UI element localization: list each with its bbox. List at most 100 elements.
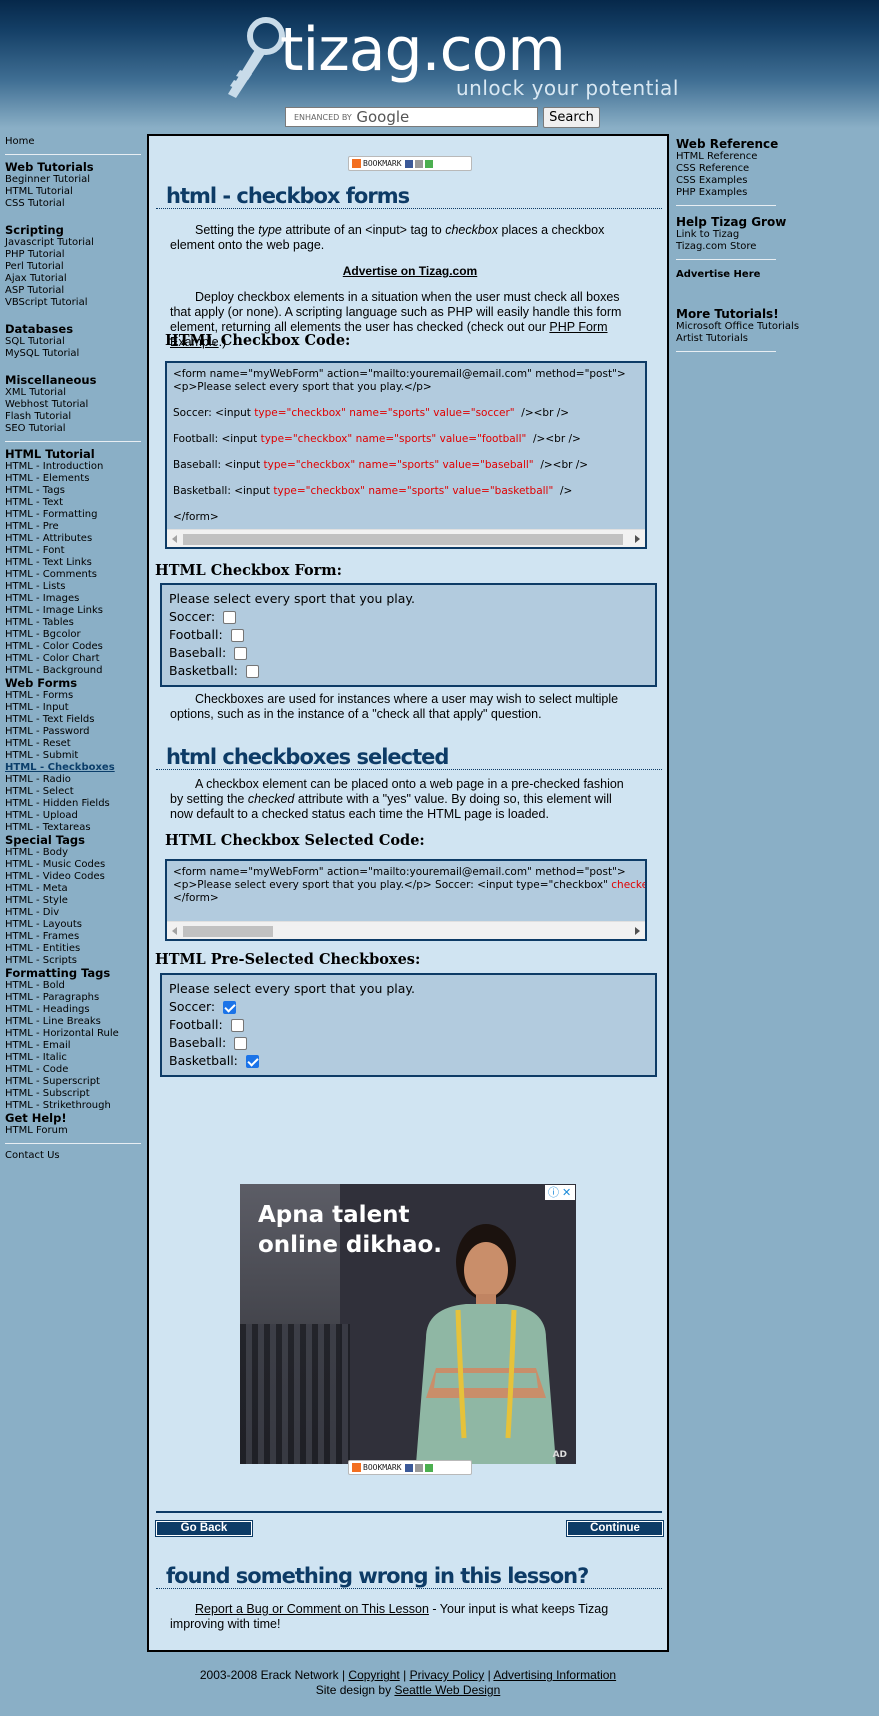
nav-item[interactable]: HTML - Radio <box>5 774 142 786</box>
checkbox[interactable] <box>234 646 248 660</box>
nav-item[interactable]: HTML - Bold <box>5 980 142 992</box>
scrollbar-thumb[interactable] <box>183 534 623 545</box>
checkbox[interactable] <box>245 1054 259 1068</box>
nav-item[interactable]: HTML - Video Codes <box>5 871 142 883</box>
nav-item[interactable]: HTML Forum <box>5 1125 142 1137</box>
nav-item[interactable]: SEO Tutorial <box>5 423 142 435</box>
nav-item[interactable]: HTML - Pre <box>5 521 142 533</box>
nav-item[interactable]: HTML - Font <box>5 545 142 557</box>
nav-item[interactable]: HTML - Introduction <box>5 461 142 473</box>
search-button[interactable]: Search <box>543 107 600 128</box>
nav-item[interactable]: HTML - Images <box>5 593 142 605</box>
nav-item[interactable]: Artist Tutorials <box>676 333 801 345</box>
nav-item[interactable]: HTML - Text Links <box>5 557 142 569</box>
advertise-link[interactable]: Advertise on Tizag.com <box>149 264 671 278</box>
nav-item[interactable]: PHP Examples <box>676 187 801 199</box>
nav-item[interactable]: HTML - Line Breaks <box>5 1016 142 1028</box>
nav-item[interactable]: HTML Reference <box>676 151 801 163</box>
nav-item[interactable]: XML Tutorial <box>5 387 142 399</box>
nav-contact[interactable]: Contact Us <box>5 1150 142 1162</box>
footer-link-privacy[interactable]: Privacy Policy <box>410 1668 485 1682</box>
continue-button[interactable]: Continue <box>566 1520 664 1537</box>
nav-item[interactable]: HTML - Password <box>5 726 142 738</box>
nav-item[interactable]: HTML - Music Codes <box>5 859 142 871</box>
nav-item[interactable]: HTML - Div <box>5 907 142 919</box>
nav-item[interactable]: HTML - Forms <box>5 690 142 702</box>
scrollbar-thumb[interactable] <box>183 926 273 937</box>
nav-item[interactable]: HTML - Color Codes <box>5 641 142 653</box>
checkbox[interactable] <box>245 664 259 678</box>
nav-item[interactable]: HTML - Subscript <box>5 1088 142 1100</box>
site-logo-text[interactable]: tizag.com <box>280 20 566 80</box>
nav-item[interactable]: HTML - Horizontal Rule <box>5 1028 142 1040</box>
nav-item[interactable]: HTML - Lists <box>5 581 142 593</box>
checkbox[interactable] <box>223 1000 237 1014</box>
nav-item[interactable]: HTML - Paragraphs <box>5 992 142 1004</box>
nav-item[interactable]: Beginner Tutorial <box>5 174 142 186</box>
scroll-right-icon[interactable] <box>635 535 640 543</box>
nav-item[interactable]: HTML - Input <box>5 702 142 714</box>
nav-item[interactable]: Flash Tutorial <box>5 411 142 423</box>
checkbox[interactable] <box>230 628 244 642</box>
nav-item[interactable]: HTML - Attributes <box>5 533 142 545</box>
nav-item[interactable]: ASP Tutorial <box>5 285 142 297</box>
nav-item[interactable]: HTML - Headings <box>5 1004 142 1016</box>
ad-info-icon[interactable]: ⓘ ✕ <box>545 1185 575 1200</box>
footer-link-advertising[interactable]: Advertising Information <box>493 1668 616 1682</box>
horizontal-scrollbar[interactable] <box>167 529 645 547</box>
nav-item[interactable]: Tizag.com Store <box>676 241 801 253</box>
nav-item[interactable]: PHP Tutorial <box>5 249 142 261</box>
nav-home[interactable]: Home <box>5 136 142 148</box>
search-input[interactable]: ENHANCED BY Google <box>285 107 538 127</box>
nav-item[interactable]: VBScript Tutorial <box>5 297 142 309</box>
nav-item[interactable]: HTML - Bgcolor <box>5 629 142 641</box>
nav-item[interactable]: HTML - Upload <box>5 810 142 822</box>
nav-item[interactable]: HTML - Text Fields <box>5 714 142 726</box>
nav-item[interactable]: HTML - Formatting <box>5 509 142 521</box>
advertisement[interactable]: Apna talent online dikhao. ⓘ ✕ AD <box>240 1184 576 1464</box>
footer-link-seattle-web-design[interactable]: Seattle Web Design <box>394 1683 500 1697</box>
nav-item[interactable]: HTML - Meta <box>5 883 142 895</box>
nav-item[interactable]: CSS Examples <box>676 175 801 187</box>
nav-item[interactable]: SQL Tutorial <box>5 336 142 348</box>
code-block-selected[interactable]: <form name="myWebForm" action="mailto:yo… <box>165 859 647 941</box>
checkbox[interactable] <box>234 1036 248 1050</box>
nav-item[interactable]: HTML - Entities <box>5 943 142 955</box>
nav-item[interactable]: HTML - Body <box>5 847 142 859</box>
nav-item[interactable]: Javascript Tutorial <box>5 237 142 249</box>
nav-item[interactable]: HTML - Elements <box>5 473 142 485</box>
nav-item[interactable]: HTML - Code <box>5 1064 142 1076</box>
nav-item[interactable]: HTML - Email <box>5 1040 142 1052</box>
nav-item[interactable]: HTML - Reset <box>5 738 142 750</box>
nav-item[interactable]: HTML - Image Links <box>5 605 142 617</box>
nav-item[interactable]: HTML - Submit <box>5 750 142 762</box>
nav-item[interactable]: HTML - Hidden Fields <box>5 798 142 810</box>
scroll-left-icon[interactable] <box>172 535 177 543</box>
footer-link-copyright[interactable]: Copyright <box>348 1668 399 1682</box>
advertise-here-link[interactable]: Advertise Here <box>676 269 801 281</box>
nav-item[interactable]: MySQL Tutorial <box>5 348 142 360</box>
checkbox[interactable] <box>230 1018 244 1032</box>
scroll-left-icon[interactable] <box>172 927 177 935</box>
nav-item[interactable]: HTML - Superscript <box>5 1076 142 1088</box>
nav-item[interactable]: Microsoft Office Tutorials <box>676 321 801 333</box>
nav-item[interactable]: Webhost Tutorial <box>5 399 142 411</box>
nav-item[interactable]: HTML Tutorial <box>5 186 142 198</box>
nav-item[interactable]: HTML - Tags <box>5 485 142 497</box>
code-block-checkbox[interactable]: <form name="myWebForm" action="mailto:yo… <box>165 361 647 549</box>
nav-item[interactable]: HTML - Style <box>5 895 142 907</box>
bookmark-button[interactable]: BOOKMARK <box>348 156 472 171</box>
nav-item[interactable]: Link to Tizag <box>676 229 801 241</box>
horizontal-scrollbar[interactable] <box>167 921 645 939</box>
nav-item[interactable]: HTML - Text <box>5 497 142 509</box>
scroll-right-icon[interactable] <box>635 927 640 935</box>
nav-item[interactable]: HTML - Color Chart <box>5 653 142 665</box>
go-back-button[interactable]: Go Back <box>155 1520 253 1537</box>
nav-item[interactable]: Perl Tutorial <box>5 261 142 273</box>
nav-item[interactable]: HTML - Frames <box>5 931 142 943</box>
nav-item-active-checkboxes[interactable]: HTML - Checkboxes <box>5 762 142 774</box>
nav-item[interactable]: CSS Tutorial <box>5 198 142 210</box>
checkbox[interactable] <box>223 610 237 624</box>
nav-item[interactable]: HTML - Tables <box>5 617 142 629</box>
nav-item[interactable]: HTML - Select <box>5 786 142 798</box>
